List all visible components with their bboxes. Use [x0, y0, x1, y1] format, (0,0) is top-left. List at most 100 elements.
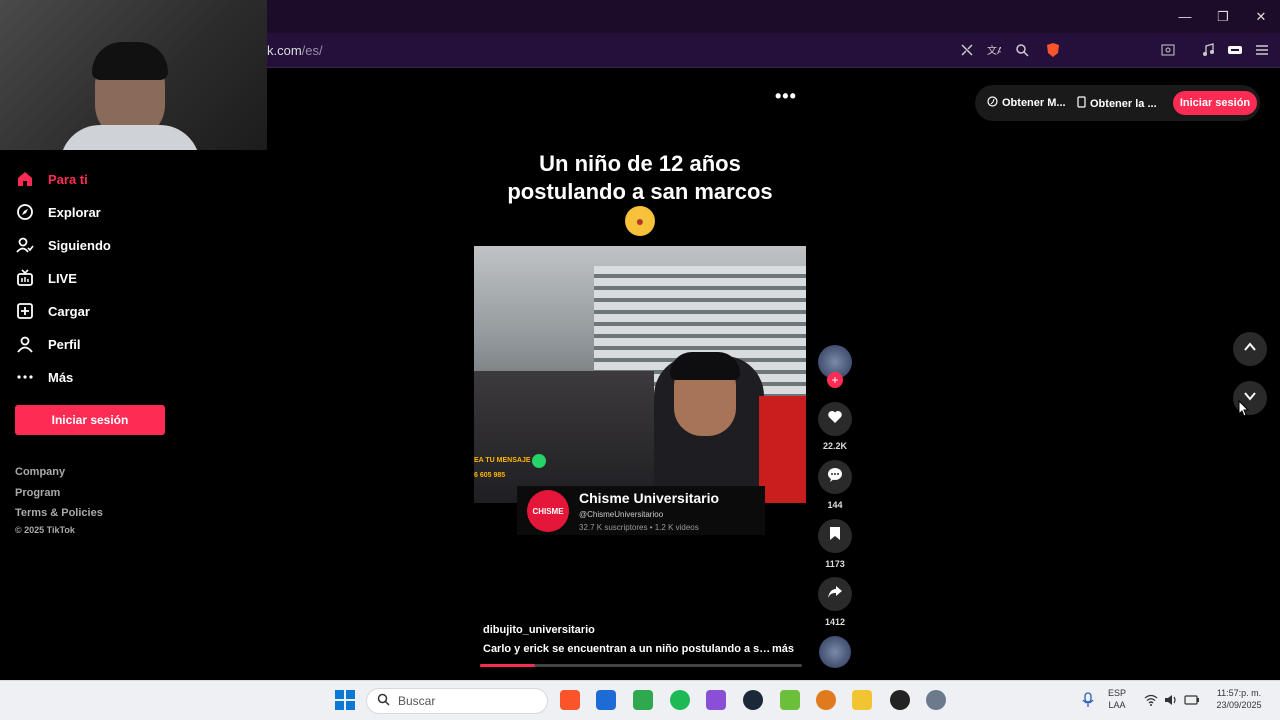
sidebar-item-label: LIVE	[48, 270, 77, 286]
video-description: Carlo y erick se encuentran a un niño po…	[483, 643, 773, 655]
windows-start-icon[interactable]	[335, 690, 355, 715]
sidebar-item-explorar[interactable]: Explorar	[14, 200, 101, 224]
file-explorer-taskbar-icon[interactable]	[852, 690, 872, 710]
close-button[interactable]: ✕	[1242, 0, 1280, 33]
video-progress-bar[interactable]	[480, 664, 802, 667]
sidebar-item-perfil[interactable]: Perfil	[14, 332, 81, 356]
sidebar-item-cargar[interactable]: Cargar	[14, 299, 90, 323]
battery-icon[interactable]	[1184, 693, 1200, 711]
save-button[interactable]	[818, 519, 852, 553]
share-button[interactable]	[818, 577, 852, 611]
bluestacks-taskbar-icon[interactable]	[780, 690, 800, 710]
url-text[interactable]: k.com/es/	[267, 43, 323, 58]
video-title-line-1: Un niño de 12 años	[539, 151, 741, 176]
save-count: 1173	[825, 559, 845, 569]
overlay-text-1: EA TU MENSAJE	[474, 457, 531, 464]
video-hair	[670, 352, 740, 380]
sidebar-item-label: Más	[48, 369, 74, 385]
get-app-label-1: Obtener M...	[1002, 97, 1066, 109]
tiktok-small-icon	[987, 96, 998, 110]
mind-blown-emoji-icon: ●	[625, 206, 655, 236]
search-placeholder: Buscar	[398, 694, 436, 708]
taskbar-search[interactable]: Buscar	[366, 688, 548, 714]
get-app-link-1[interactable]: Obtener M...	[987, 96, 1066, 110]
channel-name: Chisme Universitario	[579, 490, 720, 506]
footer-link-terms[interactable]: Terms & Policies	[15, 507, 103, 519]
restore-button[interactable]: ❐	[1204, 0, 1242, 33]
brave-shields-icon[interactable]	[1044, 41, 1062, 59]
store-taskbar-icon[interactable]	[596, 690, 616, 710]
more-link[interactable]: más	[772, 643, 794, 655]
sidebar-item-mas[interactable]: Más	[14, 365, 73, 389]
money-app-taskbar-icon[interactable]	[633, 690, 653, 710]
video-crowd	[474, 371, 654, 503]
share-arrow-icon	[827, 585, 843, 604]
sidebar-toggle-icon[interactable]	[1159, 41, 1177, 59]
follow-plus-icon[interactable]: +	[827, 372, 843, 388]
footer-link-company[interactable]: Company	[15, 466, 65, 478]
music-icon[interactable]	[1199, 41, 1217, 59]
steam-taskbar-icon[interactable]	[743, 690, 763, 710]
clock[interactable]: 11:57:p. m. 23/09/2025	[1208, 687, 1270, 711]
comment-button[interactable]	[818, 460, 852, 494]
search-icon	[377, 693, 390, 709]
video-author[interactable]: dibujito_universitario	[483, 624, 595, 636]
translate-icon[interactable]: 文A	[985, 41, 1003, 59]
sidebar-item-label: Perfil	[48, 336, 81, 352]
app-taskbar-icon[interactable]	[816, 690, 836, 710]
language-indicator[interactable]: ESP LAA	[1108, 687, 1126, 711]
sidebar-item-live[interactable]: LIVE	[14, 266, 77, 290]
following-icon	[14, 234, 36, 256]
visual-studio-taskbar-icon[interactable]	[706, 690, 726, 710]
sidebar-item-label: Para ti	[48, 171, 88, 187]
channel-logo: CHISME	[527, 490, 569, 532]
sidebar-item-siguiendo[interactable]: Siguiendo	[14, 233, 111, 257]
video-player[interactable]: EA TU MENSAJE 6 605 985	[474, 246, 806, 503]
menu-icon[interactable]	[1253, 41, 1271, 59]
share-count: 1412	[824, 617, 846, 627]
brave-taskbar-icon[interactable]	[560, 690, 580, 710]
settings-taskbar-icon[interactable]	[926, 690, 946, 710]
more-options-icon[interactable]: •••	[775, 86, 797, 107]
video-title-line-2: postulando a san marcos	[507, 179, 773, 204]
microphone-icon[interactable]	[1082, 692, 1094, 713]
get-app-link-2[interactable]: Obtener la ...	[1077, 96, 1157, 111]
volume-icon[interactable]	[1164, 693, 1178, 711]
sidebar-item-para-ti[interactable]: Para ti	[14, 167, 88, 191]
video-progress-fill	[480, 664, 535, 667]
wifi-icon[interactable]	[1144, 693, 1158, 711]
reader-off-icon[interactable]	[958, 41, 976, 59]
previous-video-button[interactable]	[1233, 332, 1267, 366]
mouse-cursor-icon	[1238, 399, 1250, 423]
live-tv-icon	[14, 267, 36, 289]
comment-icon	[827, 467, 843, 488]
url-path: /es/	[301, 43, 323, 58]
wallet-icon[interactable]	[1226, 41, 1244, 59]
header-login-button[interactable]: Iniciar sesión	[1173, 91, 1257, 115]
channel-handle: @ChismeUniversitarioo	[579, 510, 664, 519]
clock-time: 11:57:p. m.	[1216, 688, 1262, 698]
video-red-shirt	[759, 396, 806, 503]
lang-code: ESP	[1108, 688, 1127, 698]
footer-link-program[interactable]: Program	[15, 487, 60, 499]
channel-stats: 32.7 K suscriptores • 1.2 K videos	[579, 523, 699, 532]
spotify-taskbar-icon[interactable]	[670, 690, 690, 710]
upload-icon	[14, 300, 36, 322]
video-overlay-text: EA TU MENSAJE 6 605 985	[474, 456, 531, 480]
music-disc-avatar[interactable]	[819, 636, 851, 668]
obs-taskbar-icon[interactable]	[890, 690, 910, 710]
chevron-up-icon	[1243, 340, 1257, 359]
bookmark-icon	[829, 526, 841, 546]
zoom-icon[interactable]	[1013, 41, 1031, 59]
channel-card: CHISME Chisme Universitario @ChismeUnive…	[517, 486, 765, 535]
minimize-button[interactable]: —	[1166, 0, 1204, 33]
sidebar-item-label: Siguiendo	[48, 237, 111, 253]
like-count: 22.2K	[822, 441, 848, 451]
webcam-overlay	[0, 0, 267, 150]
lang-layout: LAA	[1108, 700, 1126, 710]
like-button[interactable]	[818, 402, 852, 436]
sidebar-login-button[interactable]: Iniciar sesión	[15, 405, 165, 435]
sidebar-item-label: Cargar	[48, 303, 90, 319]
profile-icon	[14, 333, 36, 355]
comment-count: 144	[827, 500, 843, 510]
